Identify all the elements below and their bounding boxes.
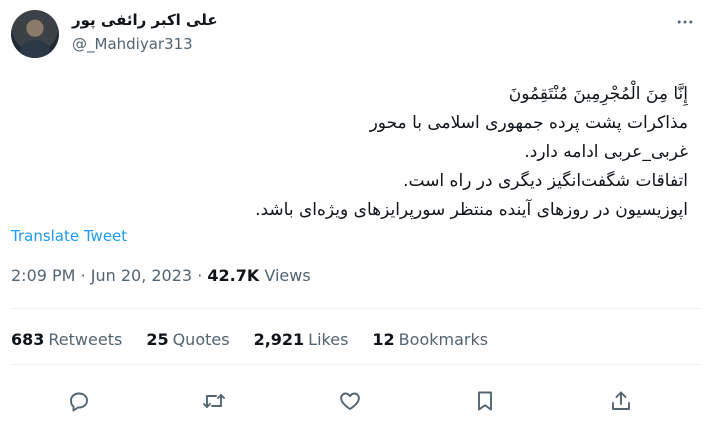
bookmarks-count: 12 <box>372 330 395 349</box>
bookmark-button[interactable] <box>468 384 502 418</box>
bookmark-icon <box>478 391 492 411</box>
retweets-stat[interactable]: 683 Retweets <box>11 330 122 349</box>
engagement-stats: 683 Retweets 25 Quotes 2,921 Likes 12 Bookmarks <box>11 330 512 349</box>
tweet-line: مذاکرات پشت پرده جمهوری اسلامی با محور <box>369 113 688 133</box>
quotes-stat[interactable]: 25 Quotes <box>146 330 229 349</box>
tweet-line: غربی_عربی ادامه دارد. <box>524 142 688 162</box>
likes-count: 2,921 <box>253 330 305 349</box>
divider <box>11 364 701 365</box>
retweet-button[interactable] <box>197 384 231 418</box>
meta-separator: · <box>80 266 86 285</box>
avatar[interactable] <box>11 10 59 58</box>
reply-icon <box>70 392 88 412</box>
more-icon <box>677 20 693 24</box>
likes-label: Likes <box>308 330 349 349</box>
retweets-count: 683 <box>11 330 45 349</box>
share-icon <box>612 391 630 410</box>
views-label: Views <box>264 266 311 285</box>
meta-separator: · <box>197 266 203 285</box>
quotes-label: Quotes <box>172 330 230 349</box>
tweet-line: إِنَّا مِنَ الْمُجْرِمِينَ مُنْتَقِمُونَ <box>508 84 688 104</box>
tweet-date[interactable]: Jun 20, 2023 <box>91 266 192 285</box>
divider <box>11 308 701 309</box>
author-handle[interactable]: @_Mahdiyar313 <box>72 35 193 53</box>
like-icon <box>340 392 360 410</box>
likes-stat[interactable]: 2,921 Likes <box>254 330 349 349</box>
quotes-count: 25 <box>146 330 169 349</box>
tweet-time[interactable]: 2:09 PM <box>11 266 75 285</box>
tweet-line: اتفاقات شگفت‌انگیز دیگری در راه است. <box>403 171 688 191</box>
tweet-meta: 2:09 PM · Jun 20, 2023 · 42.7K Views <box>11 266 311 285</box>
retweet-icon <box>203 394 225 408</box>
bookmarks-label: Bookmarks <box>398 330 489 349</box>
share-button[interactable] <box>604 384 638 418</box>
like-button[interactable] <box>333 384 367 418</box>
reply-button[interactable] <box>62 384 96 418</box>
translate-tweet-link[interactable]: Translate Tweet <box>11 227 127 245</box>
retweets-label: Retweets <box>48 330 123 349</box>
tweet-text: إِنَّا مِنَ الْمُجْرِمِينَ مُنْتَقِمُونَ… <box>48 80 688 225</box>
tweet-line: اپوزیسیون در روزهای آینده منتظر سورپرایز… <box>255 200 688 220</box>
bookmarks-stat[interactable]: 12 Bookmarks <box>372 330 488 349</box>
more-options-button[interactable] <box>670 12 700 32</box>
action-bar <box>0 380 712 420</box>
author-name[interactable]: علی اکبر رائفی پور <box>72 11 218 29</box>
views-count: 42.7K <box>207 266 260 285</box>
